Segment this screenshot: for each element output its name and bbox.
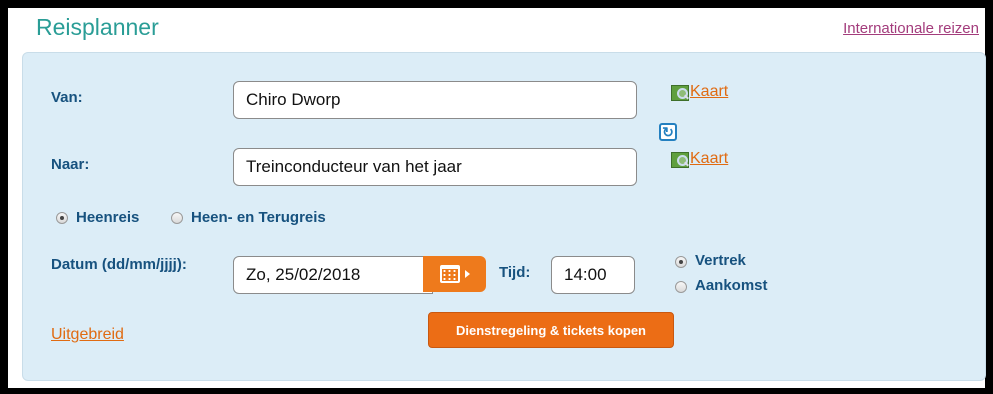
calendar-icon	[439, 265, 460, 283]
from-map-link-label: Kaart	[690, 83, 729, 100]
advanced-search-link[interactable]: Uitgebreid	[51, 326, 124, 344]
calendar-button[interactable]	[423, 256, 486, 292]
page-title: Reisplanner	[36, 14, 159, 40]
to-input[interactable]: Treinconducteur van het jaar	[233, 148, 637, 186]
chevron-right-icon	[464, 270, 470, 278]
to-map-link-label: Kaart	[690, 150, 729, 167]
arrival-radio[interactable]	[675, 281, 687, 293]
from-input[interactable]: Chiro Dworp	[233, 81, 637, 119]
from-label: Van:	[51, 89, 83, 106]
time-input[interactable]: 14:00	[551, 256, 635, 294]
arrival-label[interactable]: Aankomst	[695, 277, 768, 294]
map-icon	[671, 152, 689, 168]
return-trip-radio[interactable]	[171, 212, 183, 224]
one-way-label[interactable]: Heenreis	[76, 209, 139, 226]
map-icon	[671, 85, 689, 101]
swap-stations-button[interactable]: ↻	[659, 123, 677, 141]
international-trips-link[interactable]: Internationale reizen	[843, 20, 979, 37]
from-map-link[interactable]: Kaart	[671, 83, 728, 101]
page: Reisplanner Internationale reizen Van: C…	[8, 8, 986, 388]
departure-radio[interactable]	[675, 256, 687, 268]
to-label: Naar:	[51, 156, 90, 173]
date-input[interactable]: Zo, 25/02/2018	[233, 256, 433, 294]
departure-label[interactable]: Vertrek	[695, 252, 746, 269]
one-way-radio[interactable]	[56, 212, 68, 224]
time-label: Tijd:	[499, 264, 531, 281]
timetable-tickets-button[interactable]: Dienstregeling & tickets kopen	[428, 312, 674, 348]
date-label: Datum (dd/mm/jjjj):	[51, 256, 187, 273]
to-map-link[interactable]: Kaart	[671, 150, 728, 168]
return-trip-label[interactable]: Heen- en Terugreis	[191, 209, 326, 226]
swap-icon: ↻	[662, 123, 674, 140]
